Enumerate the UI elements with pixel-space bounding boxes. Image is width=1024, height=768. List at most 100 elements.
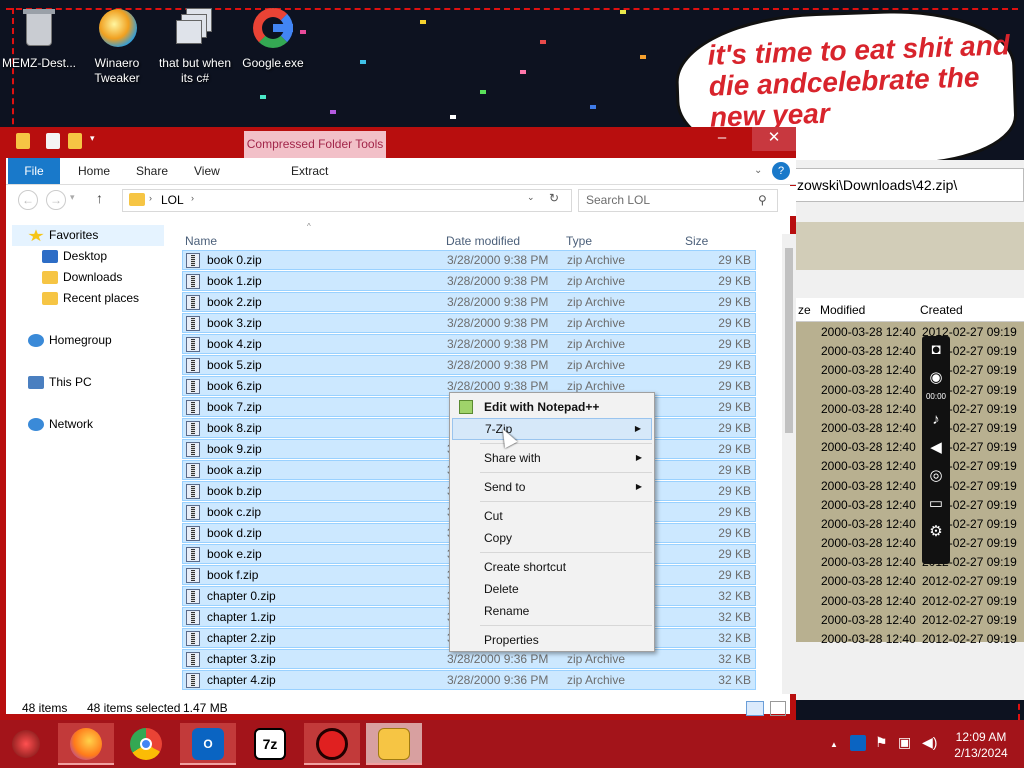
nav-homegroup[interactable]: Homegroup	[28, 330, 112, 351]
new-folder-icon[interactable]	[68, 133, 82, 149]
compressed-folder-tools-tab[interactable]: Compressed Folder Tools	[244, 131, 386, 158]
background-row[interactable]: 2000-03-28 12:40 2012-02-27 09:19	[790, 476, 1024, 495]
nav-favorites[interactable]: Favorites	[12, 225, 164, 246]
search-input[interactable]: Search LOL	[578, 189, 778, 212]
file-row[interactable]: book 4.zip 3/28/2000 9:38 PM zip Archive 29…	[182, 334, 756, 354]
background-row[interactable]: 2000-03-28 12:40 2012-02-27 09:19	[790, 610, 1024, 629]
forward-button[interactable]: →	[46, 190, 66, 210]
menu-item-delete[interactable]: Delete	[452, 578, 652, 600]
menu-item-cut[interactable]: Cut	[452, 505, 652, 527]
background-row[interactable]: 2000-03-28 12:40 2012-02-27 09:19	[790, 380, 1024, 399]
desktop-icon-winaero[interactable]: Winaero Tweaker	[74, 6, 160, 86]
address-bar[interactable]: › LOL › ⌄ ↻	[122, 189, 572, 212]
tab-file[interactable]: File	[8, 158, 60, 184]
title-bar[interactable]: ▾ Compressed Folder Tools – ✕	[6, 127, 796, 158]
menu-item-share-with[interactable]: Share with ▶	[452, 447, 652, 469]
close-button[interactable]: ✕	[752, 127, 796, 151]
desktop-icon-google[interactable]: Google.exe	[230, 6, 316, 71]
properties-icon[interactable]	[46, 133, 60, 149]
background-address-bar[interactable]: zowski\Downloads\42.zip\	[790, 168, 1024, 202]
menu-item-7zip[interactable]: 7-Zip ▶	[452, 418, 652, 440]
file-row[interactable]: chapter 3.zip 3/28/2000 9:36 PM zip Archiv…	[182, 649, 756, 669]
details-view-icon[interactable]	[746, 701, 764, 716]
taskbar-7zip[interactable]: 7z	[242, 723, 298, 765]
address-dropdown-icon[interactable]: ⌄	[527, 192, 535, 203]
window-icon[interactable]: ▭	[922, 490, 950, 518]
maximize-button[interactable]	[742, 127, 750, 151]
back-button[interactable]: ←	[18, 190, 38, 210]
background-7zip-window[interactable]: zowski\Downloads\42.zip\ ze Modified Cre…	[790, 160, 1024, 700]
taskbar-clock[interactable]: 12:09 AM 2/13/2024	[948, 729, 1014, 761]
breadcrumb-lol[interactable]: LOL	[161, 193, 184, 207]
gear-icon[interactable]: ⚙	[922, 518, 950, 546]
background-row[interactable]: 2000-03-28 12:40 2012-02-27 09:19	[790, 552, 1024, 571]
taskbar-file-explorer[interactable]	[366, 723, 422, 765]
file-row[interactable]: book 1.zip 3/28/2000 9:38 PM zip Archive 29…	[182, 271, 756, 291]
nav-this-pc[interactable]: This PC	[28, 372, 92, 393]
nav-network[interactable]: Network	[28, 414, 93, 435]
background-row[interactable]: 2000-03-28 12:40 2012-02-27 09:19	[790, 322, 1024, 341]
chevron-down-icon[interactable]: ▾	[90, 133, 100, 149]
col-created[interactable]: Created	[920, 303, 963, 317]
taskbar-firefox[interactable]	[58, 723, 114, 765]
file-row[interactable]: chapter 4.zip 3/28/2000 9:36 PM zip Archiv…	[182, 670, 756, 690]
tab-home[interactable]: Home	[78, 158, 110, 184]
nav-recent-places[interactable]: Recent places	[42, 288, 139, 309]
background-row[interactable]: 2000-03-28 12:40 2012-02-27 09:19	[790, 514, 1024, 533]
file-row[interactable]: book 0.zip 3/28/2000 9:38 PM zip Archive 29…	[182, 250, 756, 270]
file-row[interactable]: book 3.zip 3/28/2000 9:38 PM zip Archive 29…	[182, 313, 756, 333]
column-name[interactable]: Name	[185, 231, 217, 251]
background-row[interactable]: 2000-03-28 12:40 2012-02-27 09:19	[790, 456, 1024, 475]
refresh-icon[interactable]: ↻	[549, 191, 559, 205]
background-row[interactable]: 2000-03-28 12:40 2012-02-27 09:19	[790, 591, 1024, 610]
recent-locations-button[interactable]: ▾	[70, 192, 75, 203]
scrollbar-thumb[interactable]	[785, 248, 793, 433]
speaker-icon[interactable]: ◀	[922, 434, 950, 462]
nav-downloads[interactable]: Downloads	[42, 267, 122, 288]
background-row[interactable]: 2000-03-28 12:40 2012-02-27 09:19	[790, 629, 1024, 648]
background-row[interactable]: 2000-03-28 12:40 2012-02-27 09:19	[790, 418, 1024, 437]
background-row[interactable]: 2000-03-28 12:40 2012-02-27 09:19	[790, 533, 1024, 552]
column-date-modified[interactable]: Date modified	[446, 231, 520, 251]
tab-extract[interactable]: Extract	[291, 158, 328, 184]
nav-desktop[interactable]: Desktop	[42, 246, 107, 267]
vertical-scrollbar[interactable]	[782, 234, 796, 694]
tab-view[interactable]: View	[194, 158, 220, 184]
large-icons-view-icon[interactable]	[770, 701, 786, 716]
menu-item-send-to[interactable]: Send to ▶	[452, 476, 652, 498]
taskbar-outlook[interactable]: O	[180, 723, 236, 765]
col-size-partial[interactable]: ze	[798, 303, 811, 317]
outlook-tray-icon[interactable]	[850, 735, 866, 751]
desktop-icon-memz[interactable]: MEMZ-Dest...	[0, 6, 82, 71]
menu-item-properties[interactable]: Properties	[452, 629, 652, 651]
camera-icon[interactable]: ◘	[922, 336, 950, 364]
ribbon-expand-icon[interactable]: ⌄	[754, 158, 762, 184]
background-row[interactable]: 2000-03-28 12:40 2012-02-27 09:19	[790, 399, 1024, 418]
desktop-icon-shortcut[interactable]: that but when its c#	[152, 6, 238, 86]
taskbar-chrome[interactable]	[118, 723, 174, 765]
flag-icon[interactable]: ⚑	[875, 734, 888, 751]
background-row[interactable]: 2000-03-28 12:40 2012-02-27 09:19	[790, 495, 1024, 514]
background-row[interactable]: 2000-03-28 12:40 2012-02-27 09:19	[790, 341, 1024, 360]
network-tray-icon[interactable]: ▣	[898, 734, 911, 751]
start-button[interactable]	[12, 730, 40, 758]
record-icon[interactable]: ◉	[922, 364, 950, 392]
background-row[interactable]: 2000-03-28 12:40 2012-02-27 09:19	[790, 360, 1024, 379]
menu-item-copy[interactable]: Copy	[452, 527, 652, 549]
file-row[interactable]: book 2.zip 3/28/2000 9:38 PM zip Archive 29…	[182, 292, 756, 312]
microphone-icon[interactable]: ♪	[922, 406, 950, 434]
webcam-icon[interactable]: ◎	[922, 462, 950, 490]
background-row[interactable]: 2000-03-28 12:40 2012-02-27 09:19	[790, 571, 1024, 590]
file-row[interactable]: book 5.zip 3/28/2000 9:38 PM zip Archive 29…	[182, 355, 756, 375]
up-button[interactable]: ↑	[96, 190, 103, 206]
tab-share[interactable]: Share	[136, 158, 168, 184]
background-row[interactable]: 2000-03-28 12:40 2012-02-27 09:19	[790, 437, 1024, 456]
minimize-button[interactable]: –	[702, 127, 742, 151]
col-modified[interactable]: Modified	[820, 303, 865, 317]
breadcrumb-separator-icon[interactable]: ›	[191, 193, 194, 203]
menu-item-rename[interactable]: Rename	[452, 600, 652, 622]
column-size[interactable]: Size	[685, 231, 708, 251]
menu-item-create-shortcut[interactable]: Create shortcut	[452, 556, 652, 578]
help-icon[interactable]: ?	[772, 162, 790, 180]
taskbar-recorder[interactable]	[304, 723, 360, 765]
